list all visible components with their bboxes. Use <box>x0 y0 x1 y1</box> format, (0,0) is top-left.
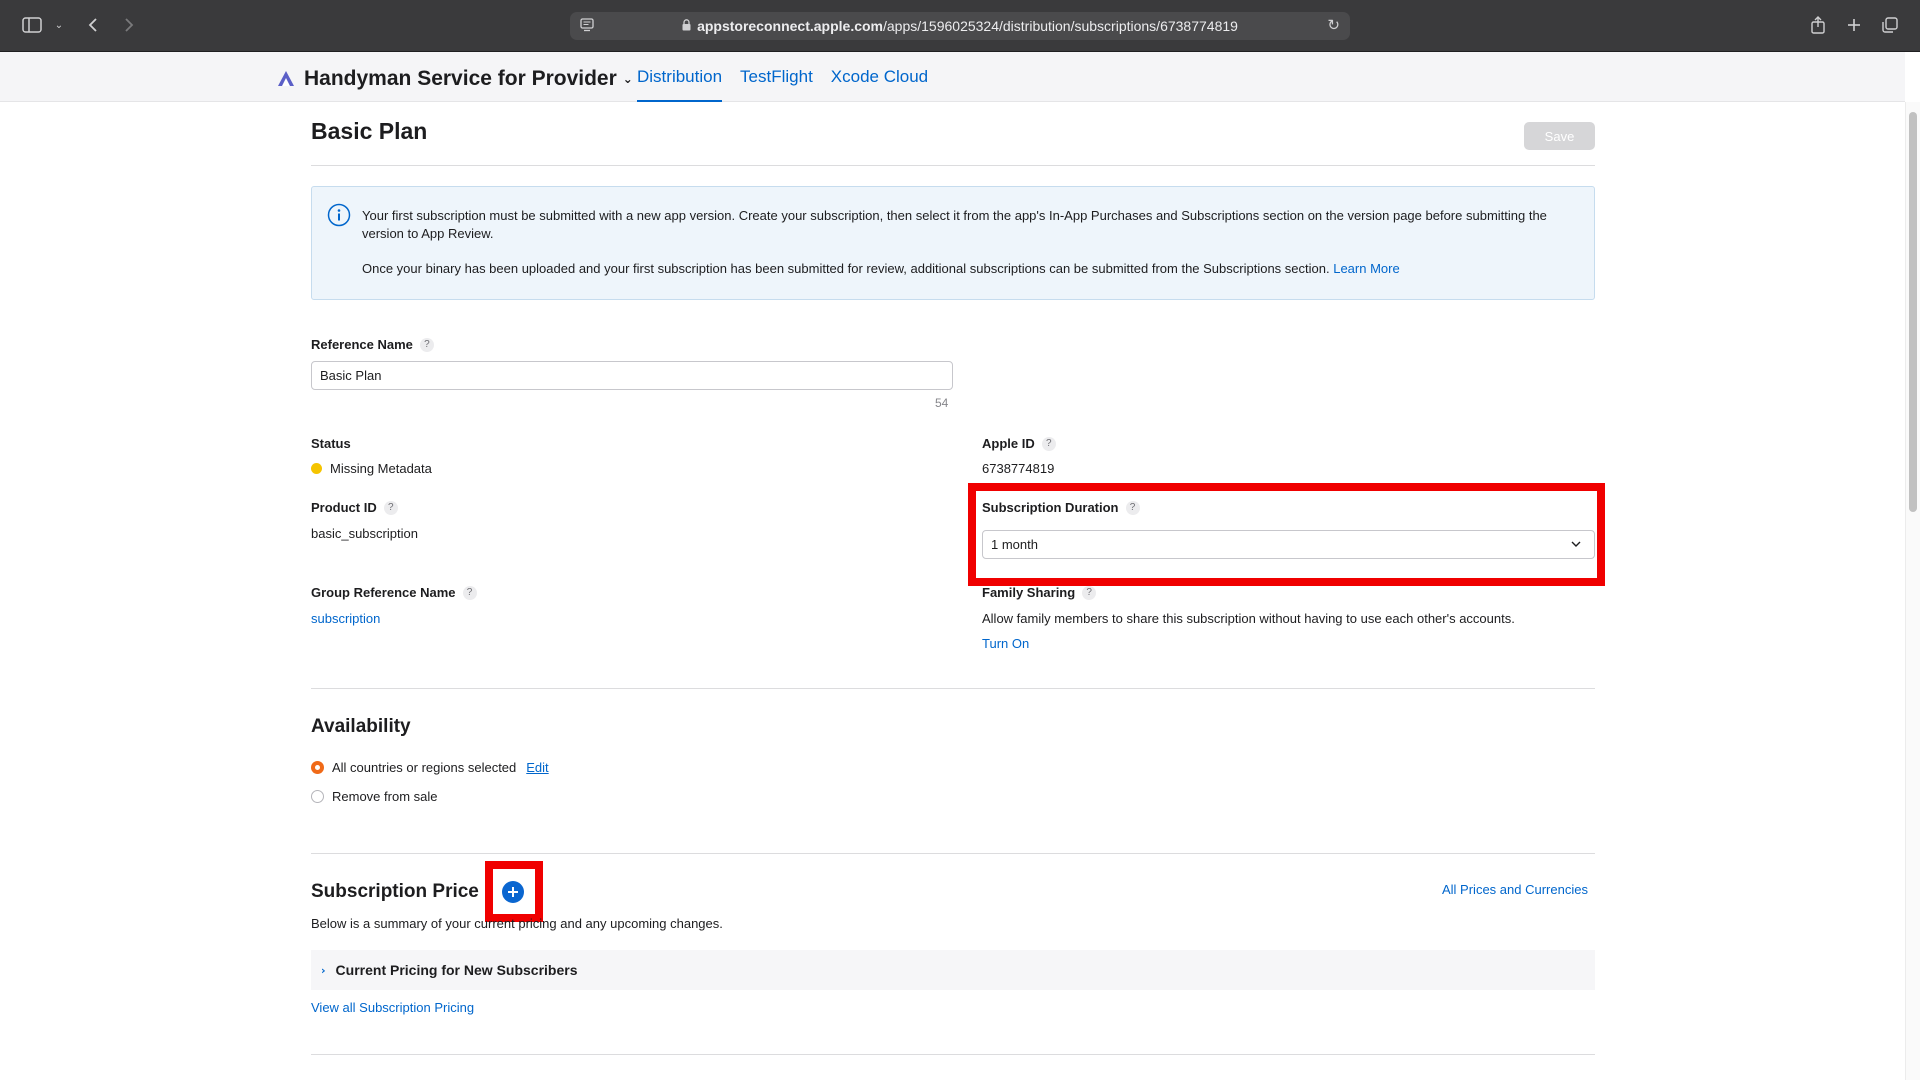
help-icon[interactable]: ? <box>1082 585 1097 600</box>
divider <box>311 165 1595 166</box>
divider <box>311 688 1595 689</box>
family-sharing-turn-on-link[interactable]: Turn On <box>982 636 1029 651</box>
address-bar[interactable]: appstoreconnect.apple.com/apps/159602532… <box>570 12 1350 40</box>
help-icon[interactable]: ? <box>462 585 477 600</box>
help-icon[interactable]: ? <box>1041 436 1056 451</box>
all-prices-link[interactable]: All Prices and Currencies <box>1442 882 1588 897</box>
availability-all-option[interactable]: All countries or regions selected Edit <box>311 760 549 775</box>
reference-name-input[interactable] <box>311 361 953 390</box>
site-settings-icon[interactable] <box>580 18 596 35</box>
current-pricing-accordion[interactable]: › Current Pricing for New Subscribers <box>311 950 1595 990</box>
radio-unselected-icon[interactable] <box>311 790 324 803</box>
subscription-price-title: Subscription Price <box>311 881 479 902</box>
radio-selected-icon[interactable] <box>311 761 324 774</box>
app-header: Handyman Service for Provider ⌄ Distribu… <box>0 52 1905 102</box>
availability-edit-link[interactable]: Edit <box>526 760 548 775</box>
app-switcher[interactable]: Handyman Service for Provider ⌄ <box>304 67 633 91</box>
info-banner: Your first subscription must be submitte… <box>311 186 1595 300</box>
help-icon[interactable]: ? <box>419 337 434 352</box>
app-name: Handyman Service for Provider <box>304 67 617 90</box>
save-button[interactable]: Save <box>1524 122 1595 150</box>
tab-distribution[interactable]: Distribution <box>637 52 723 102</box>
scrollbar-thumb[interactable] <box>1909 112 1917 512</box>
page-title: Basic Plan <box>311 118 428 144</box>
product-id-label: Product ID? <box>311 500 398 515</box>
browser-toolbar: ⌄ appstoreconnect.apple.com/apps/1596025… <box>0 0 1920 52</box>
lock-icon <box>682 18 691 34</box>
highlight-box-duration <box>968 483 1605 586</box>
back-arrow-icon[interactable] <box>82 12 104 38</box>
tab-testflight[interactable]: TestFlight <box>740 52 813 102</box>
help-icon[interactable]: ? <box>383 500 398 515</box>
app-store-connect-logo-icon <box>276 69 296 89</box>
highlight-box-add-price <box>485 861 543 922</box>
chevron-down-icon: ⌄ <box>622 72 633 86</box>
availability-remove-option[interactable]: Remove from sale <box>311 789 437 804</box>
family-sharing-label: Family Sharing? <box>982 585 1097 600</box>
status-dot-icon <box>311 463 322 474</box>
character-counter: 54 <box>935 396 949 410</box>
divider <box>311 1054 1595 1055</box>
url-path: /apps/1596025324/distribution/subscripti… <box>883 18 1238 34</box>
app-nav-tabs: Distribution TestFlight Xcode Cloud <box>637 52 946 102</box>
url-host: appstoreconnect.apple.com <box>697 18 883 34</box>
info-text-2: Once your binary has been uploaded and y… <box>362 261 1400 276</box>
tab-xcode-cloud[interactable]: Xcode Cloud <box>831 52 928 102</box>
forward-arrow-icon[interactable] <box>118 12 140 38</box>
share-icon[interactable] <box>1808 12 1828 38</box>
reload-icon[interactable]: ↻ <box>1327 16 1340 34</box>
availability-title: Availability <box>311 716 411 737</box>
chevron-down-icon[interactable]: ⌄ <box>52 12 66 38</box>
view-all-pricing-link[interactable]: View all Subscription Pricing <box>311 1000 474 1015</box>
info-icon <box>327 203 351 232</box>
divider <box>311 853 1595 854</box>
family-sharing-description: Allow family members to share this subsc… <box>982 611 1515 626</box>
group-reference-name-label: Group Reference Name? <box>311 585 477 600</box>
new-tab-icon[interactable] <box>1844 12 1864 38</box>
pricing-summary: Below is a summary of your current prici… <box>311 916 723 931</box>
info-text-1: Your first subscription must be submitte… <box>362 208 1547 241</box>
apple-id-value: 6738774819 <box>982 461 1055 476</box>
group-reference-link[interactable]: subscription <box>311 611 380 626</box>
chevron-right-icon: › <box>321 963 326 977</box>
sidebar-icon[interactable] <box>20 12 44 38</box>
learn-more-link[interactable]: Learn More <box>1333 261 1399 276</box>
reference-name-label: Reference Name? <box>311 337 434 352</box>
status-label: Status <box>311 436 351 451</box>
status-value: Missing Metadata <box>311 461 432 476</box>
product-id-value: basic_subscription <box>311 526 418 541</box>
apple-id-label: Apple ID? <box>982 436 1056 451</box>
tab-overview-icon[interactable] <box>1880 12 1900 38</box>
